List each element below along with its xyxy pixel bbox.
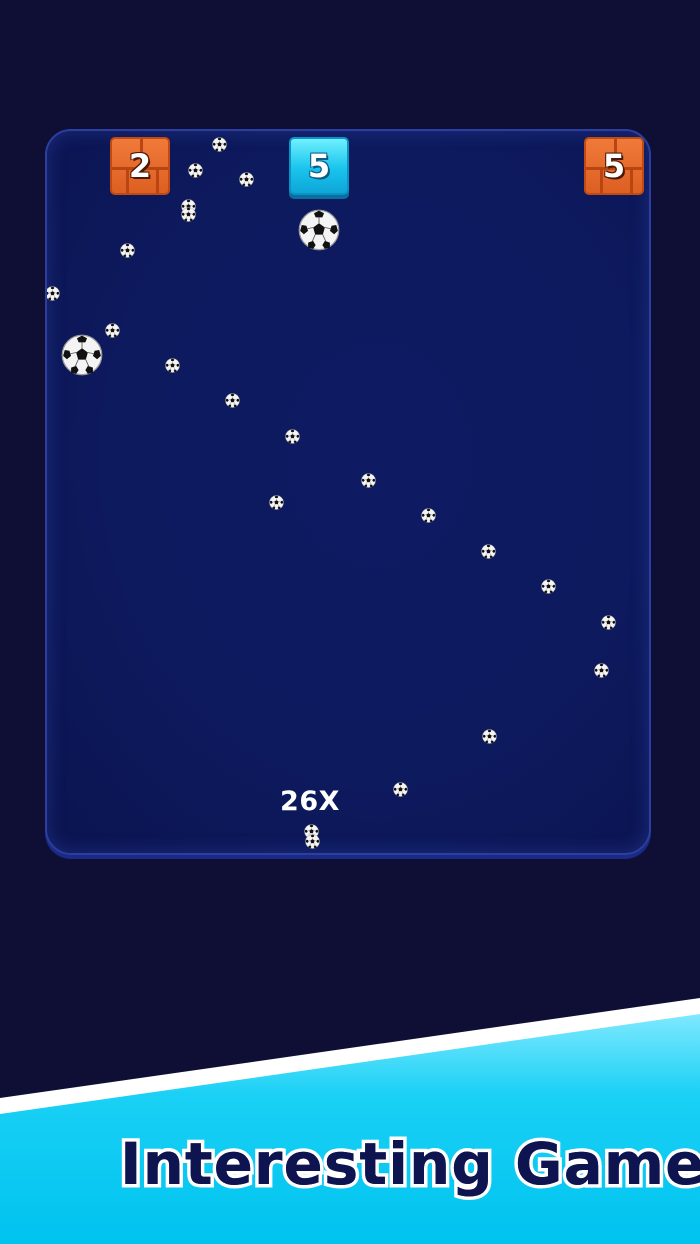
- banner-title: Interesting Game: [120, 1130, 700, 1198]
- banner-background: [0, 998, 700, 1244]
